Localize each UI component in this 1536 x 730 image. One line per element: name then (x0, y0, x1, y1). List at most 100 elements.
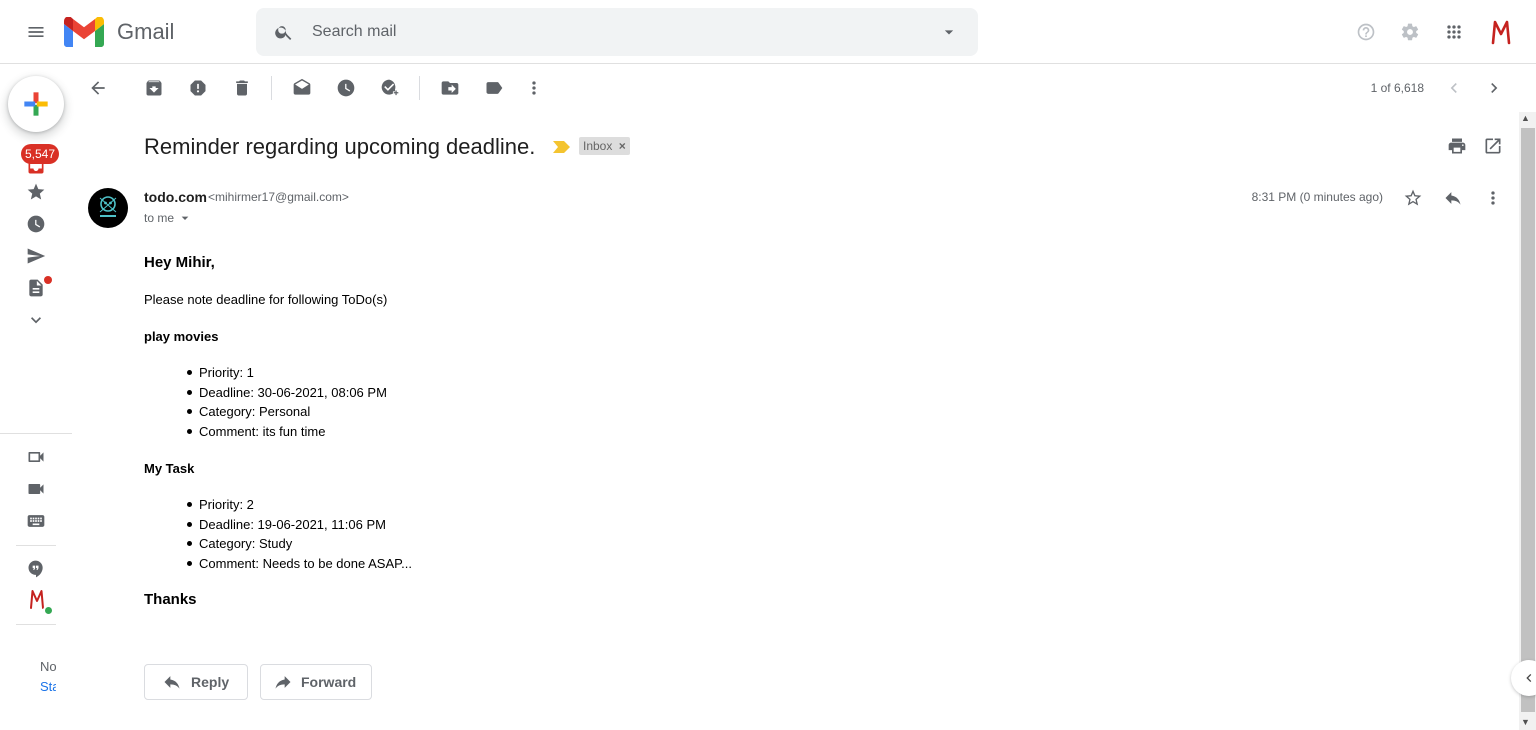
add-to-tasks-button[interactable] (370, 68, 410, 108)
back-button[interactable] (78, 68, 118, 108)
top-header: Gmail (0, 0, 1536, 64)
sender-avatar[interactable] (88, 188, 128, 228)
toolbar-separator (271, 76, 272, 100)
message-more-button[interactable] (1473, 178, 1513, 218)
gmail-logo-icon[interactable] (64, 16, 104, 47)
important-marker-icon[interactable] (553, 140, 570, 153)
sender-email: <mihirmer17@gmail.com> (208, 190, 349, 204)
hangouts-footer-link[interactable]: Sta (40, 679, 56, 694)
search-button[interactable] (264, 12, 304, 52)
recipient-details-toggle[interactable]: to me (144, 210, 193, 226)
rail-divider (16, 624, 56, 625)
apps-icon (1447, 25, 1461, 39)
search-input[interactable] (312, 20, 912, 44)
move-to-button[interactable] (430, 68, 470, 108)
inbox-label-text: Inbox (583, 139, 613, 153)
search-bar[interactable] (256, 8, 978, 56)
snoozed-nav[interactable] (24, 212, 48, 236)
side-panel-toggle[interactable] (1511, 660, 1536, 696)
send-icon (27, 248, 46, 264)
star-message-button[interactable] (1393, 178, 1433, 218)
delete-icon (236, 80, 248, 96)
todo-detail: Priority: 1 (199, 365, 254, 380)
bullet (187, 429, 192, 434)
todo-detail: Deadline: 30-06-2021, 08:06 PM (199, 385, 387, 400)
label-icon (486, 82, 503, 94)
todo-title: play movies (144, 329, 219, 344)
todo-detail: Category: Study (199, 536, 293, 551)
bullet (187, 370, 192, 375)
reply-button[interactable]: Reply (144, 664, 248, 700)
todo-detail: Comment: its fun time (199, 424, 326, 439)
archive-button[interactable] (134, 68, 174, 108)
starred-nav[interactable] (24, 180, 48, 204)
hangouts-footer-text: No (40, 659, 56, 674)
email-signoff: Thanks (144, 591, 197, 608)
forward-icon (275, 676, 291, 689)
bullet (187, 541, 192, 546)
hangouts-icon (28, 560, 43, 578)
todo-detail: Comment: Needs to be done ASAP... (199, 556, 412, 571)
report-spam-button[interactable] (178, 68, 218, 108)
mark-unread-button[interactable] (282, 68, 322, 108)
email-intro: Please note deadline for following ToDo(… (144, 292, 388, 307)
apps-button[interactable] (1434, 12, 1474, 52)
back-arrow-icon (91, 81, 105, 95)
open-new-window-button[interactable] (1473, 126, 1513, 166)
more-vert-icon (1491, 191, 1495, 205)
search-options-button[interactable] (929, 12, 969, 52)
add-task-icon (381, 79, 399, 96)
forward-button[interactable]: Forward (260, 664, 372, 700)
bullet (187, 390, 192, 395)
clock-icon (27, 215, 45, 233)
help-button[interactable] (1346, 12, 1386, 52)
open-new-window-icon (1485, 138, 1501, 154)
sent-nav[interactable] (24, 244, 48, 268)
archive-icon (146, 80, 162, 96)
app-name[interactable]: Gmail (117, 20, 174, 44)
bullet (187, 409, 192, 414)
older-button[interactable] (1474, 68, 1514, 108)
newer-button[interactable] (1434, 68, 1474, 108)
more-actions-button[interactable] (514, 68, 554, 108)
bullet (187, 561, 192, 566)
star-outline-icon (1404, 189, 1422, 206)
star-icon (27, 183, 45, 200)
email-greeting: Hey Mihir, (144, 254, 215, 271)
print-all-button[interactable] (1437, 126, 1477, 166)
scrollbar-thumb[interactable] (1521, 128, 1535, 712)
reply-quick-button[interactable] (1433, 178, 1473, 218)
chevron-down-icon (31, 317, 41, 324)
compose-plus-icon (24, 92, 48, 116)
labels-button[interactable] (474, 68, 514, 108)
reply-icon (1445, 192, 1461, 205)
compose-button[interactable] (8, 76, 64, 132)
chevron-left-icon (1450, 83, 1457, 93)
sender-name[interactable]: todo.com (144, 189, 207, 205)
keyboard-icon (27, 515, 45, 527)
bullet (187, 502, 192, 507)
rail-divider (16, 545, 56, 546)
more-vert-icon (532, 81, 536, 95)
meet-new-meeting[interactable] (24, 445, 48, 469)
report-spam-icon (190, 80, 206, 96)
chevron-left-icon (1526, 674, 1532, 682)
delete-button[interactable] (222, 68, 262, 108)
meet-join-code[interactable] (24, 509, 48, 533)
meet-join[interactable] (24, 477, 48, 501)
scroll-up-arrow[interactable]: ▲ (1521, 113, 1530, 123)
settings-icon (1401, 23, 1419, 41)
snooze-button[interactable] (326, 68, 366, 108)
remove-label-button[interactable]: × (619, 139, 626, 153)
hangouts-button[interactable] (24, 557, 48, 581)
settings-button[interactable] (1390, 12, 1430, 52)
account-avatar[interactable] (1486, 17, 1516, 47)
menu-icon (28, 27, 44, 37)
forward-label: Forward (301, 674, 357, 690)
scroll-down-arrow[interactable]: ▼ (1521, 717, 1530, 727)
help-icon (1357, 23, 1375, 41)
main-menu-button[interactable] (16, 12, 56, 52)
mark-unread-icon (293, 78, 311, 95)
move-to-icon (441, 81, 459, 95)
more-nav[interactable] (24, 308, 48, 332)
